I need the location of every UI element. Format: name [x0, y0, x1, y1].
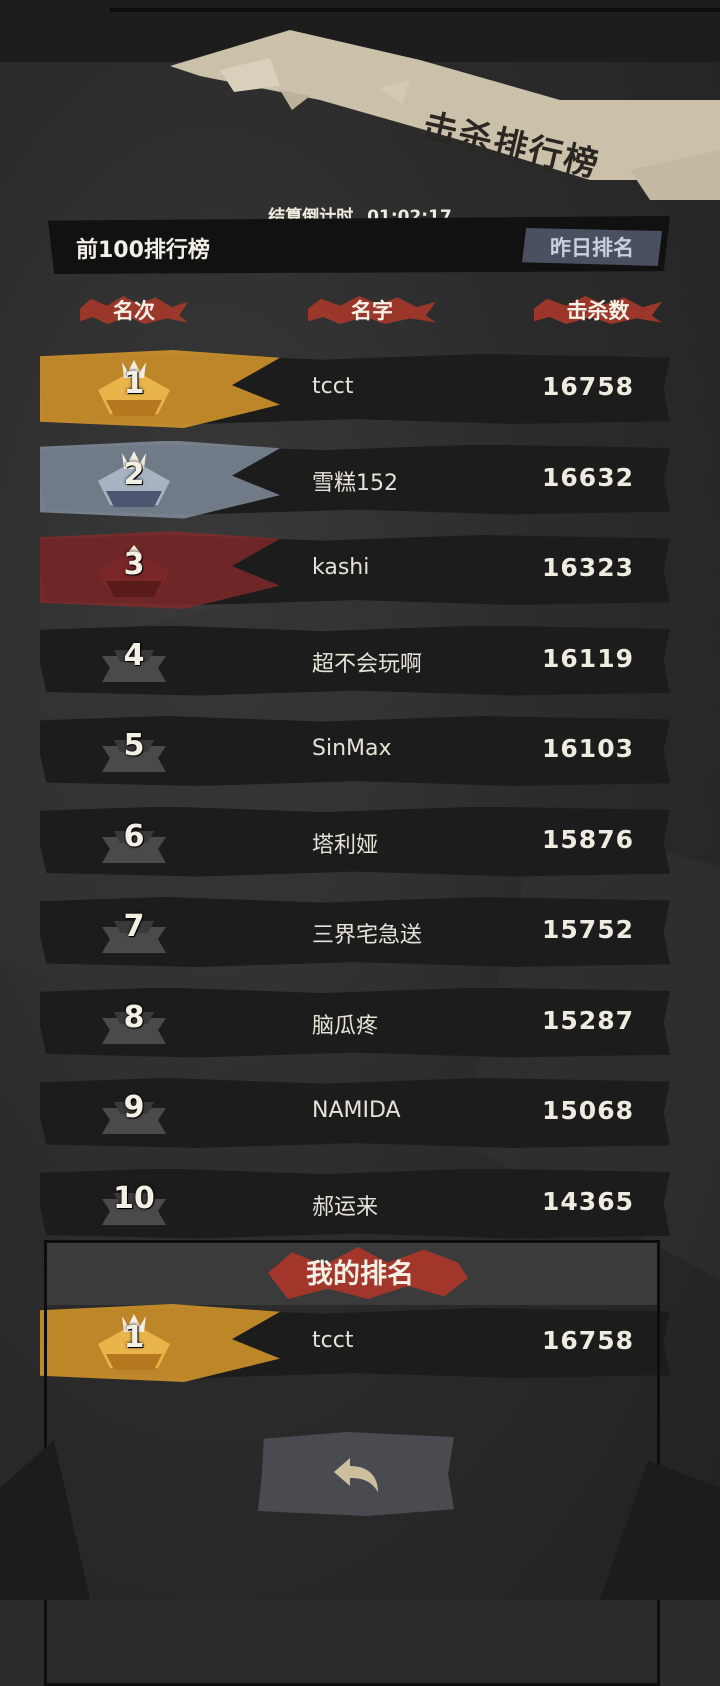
column-header-name-label: 名字	[351, 299, 393, 323]
column-header-rank-label: 名次	[113, 299, 155, 323]
leaderboard-row[interactable]: 7 三界宅急送 15752	[40, 893, 670, 971]
leaderboard-row[interactable]: 4 超不会玩啊 16119	[40, 622, 670, 700]
player-name: 超不会玩啊	[312, 651, 423, 677]
tab-top100[interactable]: 前100排行榜	[76, 232, 210, 264]
leaderboard-row[interactable]: 10 郝运来 14365	[40, 1165, 670, 1243]
rank-number: 7	[123, 909, 145, 944]
rank-number: 8	[123, 999, 145, 1035]
column-header-kills: 击杀数	[534, 290, 662, 330]
leaderboard-row[interactable]: 1 tcct 16758	[40, 350, 670, 428]
player-name: 三界宅急送	[312, 923, 423, 948]
kill-count: 16103	[542, 734, 634, 763]
kill-count: 16323	[542, 553, 634, 582]
column-header-name: 名字	[308, 290, 436, 330]
kill-count: 16119	[542, 643, 634, 673]
leaderboard-row[interactable]: 5 SinMax 16103	[40, 712, 670, 790]
top-line	[110, 8, 720, 12]
leaderboard-row[interactable]: 3 kashi 16323	[40, 531, 670, 609]
player-name: NAMIDA	[312, 1098, 401, 1123]
rank-number: 10	[113, 1180, 155, 1216]
kill-count: 16758	[542, 372, 634, 401]
kill-count: 15752	[542, 915, 634, 944]
rank-number: 9	[123, 1090, 145, 1125]
player-name: 雪糕152	[312, 470, 398, 496]
rank-number: 1	[123, 366, 145, 401]
kill-count: 14365	[542, 1186, 634, 1216]
rank-number: 2	[123, 456, 145, 492]
leaderboard-row[interactable]: 8 脑瓜疼 15287	[40, 984, 670, 1062]
title-banner: 击杀排行榜	[160, 30, 720, 200]
rank-number: 6	[123, 818, 145, 854]
kill-count: 15876	[542, 824, 634, 854]
kill-count: 15287	[542, 1005, 634, 1035]
player-name: 郝运来	[312, 1194, 379, 1220]
kill-count: 16632	[542, 462, 634, 492]
leaderboard-row[interactable]: 6 塔利娅 15876	[40, 803, 670, 881]
back-arrow-icon	[334, 1458, 378, 1492]
rank-number: 4	[123, 637, 145, 673]
rank-number: 5	[123, 728, 145, 763]
player-name: tcct	[312, 374, 354, 399]
player-name: SinMax	[312, 736, 392, 761]
player-name: 塔利娅	[312, 832, 379, 858]
column-header-rank: 名次	[80, 290, 188, 330]
leaderboard-row[interactable]: 2 雪糕152 16632	[40, 440, 670, 519]
player-name: kashi	[312, 555, 370, 580]
yesterday-rank-button[interactable]: 昨日排名	[522, 228, 662, 266]
leaderboard-row[interactable]: 9 NAMIDA 15068	[40, 1074, 670, 1152]
kill-count: 15068	[542, 1096, 634, 1125]
column-header-kills-label: 击杀数	[566, 299, 630, 323]
player-name: 脑瓜疼	[312, 1013, 379, 1039]
rank-number: 3	[123, 547, 145, 582]
back-button[interactable]	[258, 1432, 454, 1516]
